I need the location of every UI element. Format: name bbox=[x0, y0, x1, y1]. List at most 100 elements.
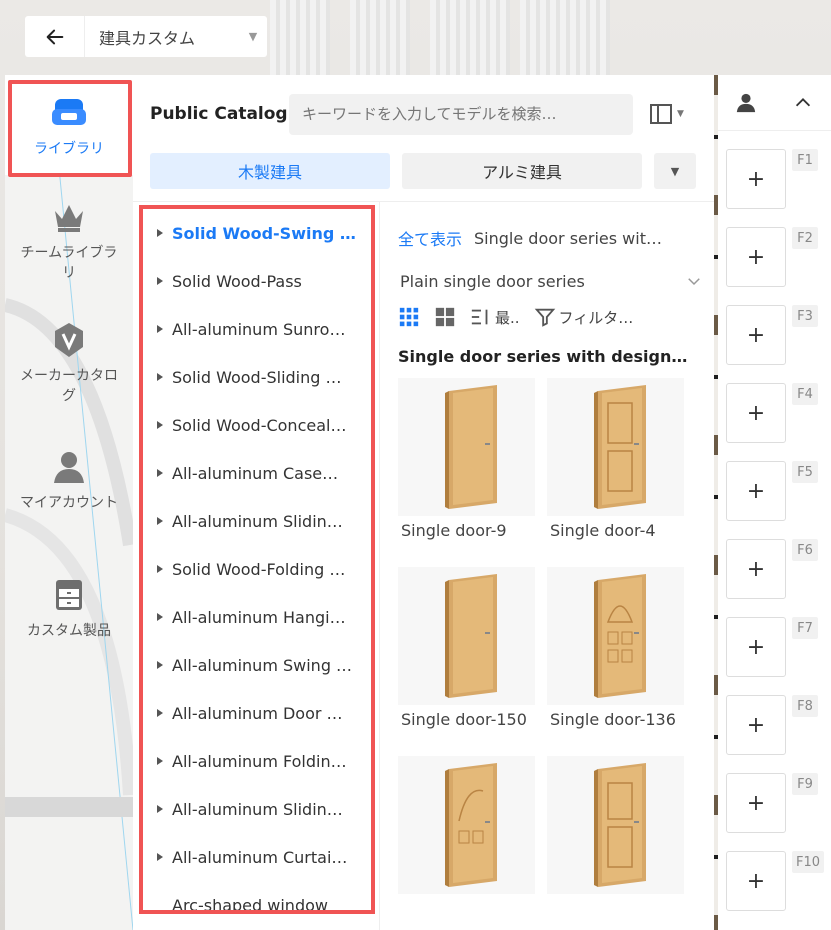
top-bar: 建具カスタム ▼ bbox=[25, 16, 267, 57]
add-hotkey-button[interactable]: + bbox=[726, 461, 786, 521]
hotkey-panel: + F1 + F2 + F3 + F4 + F5 + F6 + F7 + F8 + F9 + F10 bbox=[718, 75, 831, 930]
chevron-down-icon bbox=[688, 278, 700, 286]
catalog-title: Public Catalog bbox=[150, 104, 288, 124]
user-icon bbox=[54, 452, 84, 483]
category-item[interactable]: Solid Wood-Pass bbox=[143, 257, 371, 305]
caret-down-icon[interactable]: ▼ bbox=[239, 30, 267, 43]
show-all-link[interactable]: 全て表示 bbox=[398, 226, 462, 250]
layout-toggle-button[interactable]: ▼ bbox=[649, 102, 684, 126]
category-item[interactable]: All-aluminum Sunro… bbox=[143, 305, 371, 353]
add-hotkey-button[interactable]: + bbox=[726, 305, 786, 365]
category-item[interactable]: All-aluminum Hangi… bbox=[143, 593, 371, 641]
category-item[interactable]: All-aluminum Foldin… bbox=[143, 737, 371, 785]
caret-right-icon bbox=[157, 517, 164, 525]
divider bbox=[379, 201, 380, 930]
filter-icon bbox=[534, 308, 555, 327]
caret-right-icon bbox=[157, 277, 164, 285]
breadcrumb: 全て表示 Single door series wit… bbox=[398, 215, 703, 261]
add-hotkey-button[interactable]: + bbox=[726, 695, 786, 755]
series-dropdown[interactable]: Plain single door series bbox=[398, 261, 703, 301]
product-thumbnail bbox=[398, 378, 535, 516]
product-name bbox=[398, 894, 535, 930]
hotkey-label: F4 bbox=[792, 383, 818, 405]
category-item[interactable]: Solid Wood-Sliding … bbox=[143, 353, 371, 401]
back-button[interactable] bbox=[25, 16, 85, 57]
hotkey-slot-row: + F5 bbox=[726, 461, 826, 521]
product-card[interactable]: Single door-150 bbox=[398, 567, 535, 756]
add-hotkey-button[interactable]: + bbox=[726, 617, 786, 677]
product-card[interactable]: Single door-4 bbox=[547, 378, 684, 567]
hotkey-label: F8 bbox=[792, 695, 818, 717]
category-item[interactable]: All-aluminum Case… bbox=[143, 449, 371, 497]
divider bbox=[133, 201, 714, 202]
add-hotkey-button[interactable]: + bbox=[726, 227, 786, 287]
search-input[interactable] bbox=[289, 93, 633, 135]
category-label: Solid Wood-Folding … bbox=[172, 559, 346, 579]
add-hotkey-button[interactable]: + bbox=[726, 149, 786, 209]
tab-wooden-fittings[interactable]: 木製建具 bbox=[150, 153, 390, 189]
category-label: All-aluminum Slidin… bbox=[172, 511, 343, 531]
category-label: Arc-shaped window bbox=[172, 895, 328, 914]
product-card[interactable]: Single door-136 bbox=[547, 567, 684, 756]
nav-my-account[interactable]: マイアカウント bbox=[5, 447, 133, 513]
category-label: All-aluminum Slidin… bbox=[172, 799, 343, 819]
hotkey-label: F1 bbox=[792, 149, 818, 171]
category-item[interactable]: All-aluminum Slidin… bbox=[143, 785, 371, 833]
curtain-decoration bbox=[350, 0, 410, 80]
curtain-decoration bbox=[520, 0, 610, 80]
add-hotkey-button[interactable]: + bbox=[726, 851, 786, 911]
caret-right-icon bbox=[157, 661, 164, 669]
category-item[interactable]: Solid Wood-Folding … bbox=[143, 545, 371, 593]
add-hotkey-button[interactable]: + bbox=[726, 773, 786, 833]
view-toolbar: 最.. フィルタ… bbox=[398, 301, 703, 333]
hotkey-header bbox=[718, 75, 831, 131]
category-item[interactable]: Solid Wood-Conceal… bbox=[143, 401, 371, 449]
nav-team-library-label: チームライブラリ bbox=[20, 245, 118, 281]
category-label: Solid Wood-Pass bbox=[172, 271, 302, 291]
hotkey-slot-row: + F3 bbox=[726, 305, 826, 365]
door-thumbnail-icon bbox=[444, 385, 497, 509]
panel-layout-icon bbox=[650, 104, 672, 124]
sofa-icon bbox=[52, 99, 86, 125]
product-card[interactable]: Single door-9 bbox=[398, 378, 535, 567]
category-item[interactable]: All-aluminum Slidin… bbox=[143, 497, 371, 545]
nav-library[interactable]: ライブラリ bbox=[5, 75, 133, 175]
tab-aluminum-fittings[interactable]: アルミ建具 bbox=[402, 153, 642, 189]
caret-right-icon bbox=[157, 613, 164, 621]
caret-right-icon bbox=[157, 421, 164, 429]
category-item[interactable]: Arc-shaped window bbox=[143, 881, 371, 914]
grid-small-view-button[interactable] bbox=[398, 306, 420, 328]
product-card[interactable] bbox=[398, 756, 535, 930]
nav-my-account-label: マイアカウント bbox=[20, 495, 118, 511]
filter-label: フィルタ… bbox=[558, 308, 634, 327]
tabs-more-button[interactable]: ▼ bbox=[654, 153, 696, 189]
product-thumbnail bbox=[398, 756, 535, 894]
product-card[interactable] bbox=[547, 756, 684, 930]
sort-button[interactable]: 最.. bbox=[470, 306, 520, 328]
chevron-up-icon[interactable] bbox=[792, 92, 814, 114]
tool-title[interactable]: 建具カスタム bbox=[85, 25, 239, 49]
door-thumbnail-icon bbox=[444, 574, 497, 698]
caret-right-icon bbox=[157, 565, 164, 573]
add-hotkey-button[interactable]: + bbox=[726, 539, 786, 599]
caret-right-icon bbox=[157, 373, 164, 381]
category-item[interactable]: All-aluminum Curtai… bbox=[143, 833, 371, 881]
product-thumbnail bbox=[547, 378, 684, 516]
sort-icon bbox=[471, 309, 488, 325]
filter-button[interactable]: フィルタ… bbox=[534, 306, 634, 328]
door-thumbnail-icon bbox=[593, 763, 646, 887]
door-thumbnail-icon bbox=[593, 574, 646, 698]
category-item[interactable]: All-aluminum Swing … bbox=[143, 641, 371, 689]
nav-custom-products[interactable]: カスタム製品 bbox=[5, 575, 133, 641]
grid-large-view-button[interactable] bbox=[434, 306, 456, 328]
hotkey-label: F3 bbox=[792, 305, 818, 327]
category-item[interactable]: Solid Wood-Swing d… bbox=[143, 209, 371, 257]
user-icon[interactable] bbox=[735, 92, 757, 114]
nav-team-library[interactable]: チームライブラリ bbox=[5, 197, 133, 283]
nav-vendor-catalog[interactable]: メーカーカタログ bbox=[5, 320, 133, 406]
add-hotkey-button[interactable]: + bbox=[726, 383, 786, 443]
door-thumbnail-icon bbox=[593, 385, 646, 509]
category-item[interactable]: All-aluminum Door … bbox=[143, 689, 371, 737]
hotkey-slot-row: + F8 bbox=[726, 695, 826, 755]
category-label: All-aluminum Door … bbox=[172, 703, 343, 723]
